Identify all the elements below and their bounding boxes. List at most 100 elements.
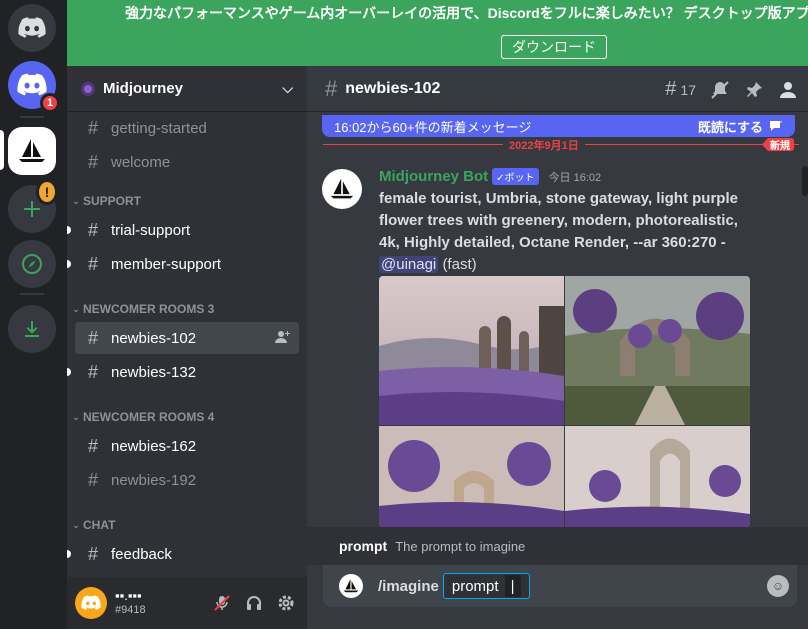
slash-command: /imagine <box>378 577 439 595</box>
channel-feedback[interactable]: # feedback <box>67 538 299 570</box>
user-mention[interactable]: @uinagi <box>379 256 439 273</box>
unread-badge: 1 <box>40 93 60 113</box>
text-cursor: | <box>504 575 521 597</box>
category-newcomer-rooms-4[interactable]: ⌄ NEWCOMER ROOMS 4 <box>69 408 299 426</box>
channel-label: trial-support <box>111 221 191 239</box>
compass-icon <box>22 254 42 274</box>
channel-newbies-192[interactable]: # newbies-192 <box>75 464 299 496</box>
image-grid[interactable] <box>379 276 750 527</box>
channel-hash-icon: # <box>87 543 98 564</box>
caret-down-icon: ⌄ <box>72 303 80 314</box>
channel-label: welcome <box>111 153 171 171</box>
new-marker: 新規 <box>762 138 794 151</box>
channel-hash-icon: # <box>87 151 98 172</box>
generated-image-3[interactable] <box>379 426 564 527</box>
download-button[interactable]: ダウンロード <box>501 35 607 59</box>
home-button[interactable] <box>8 4 56 52</box>
category-chat[interactable]: ⌄ CHAT <box>69 516 299 534</box>
caret-down-icon: ⌄ <box>72 195 80 206</box>
rail-separator <box>20 293 44 295</box>
mark-read-label: 既読にする <box>697 119 763 135</box>
channel-label: newbies-192 <box>111 471 197 489</box>
option-label: prompt <box>451 577 499 595</box>
sailboat-icon <box>19 139 45 162</box>
download-apps-button[interactable] <box>8 305 56 353</box>
channel-hash-icon: # <box>325 75 338 101</box>
channel-getting-started[interactable]: # getting-started <box>75 112 299 144</box>
message-input[interactable]: /imagine prompt | ☺ <box>323 565 797 607</box>
channel-hash-icon: # <box>87 469 98 490</box>
pin-icon[interactable] <box>744 80 764 100</box>
hint-option-description: The prompt to imagine <box>395 538 526 554</box>
mic-muted-icon[interactable] <box>213 594 231 612</box>
thread-count: 17 <box>680 81 696 98</box>
header-toolbar: # 17 <box>665 78 798 101</box>
member-list-icon[interactable] <box>778 80 798 100</box>
channel-hash-icon: # <box>87 361 98 382</box>
command-option-hint: prompt The prompt to imagine <box>307 527 808 565</box>
channel-welcome[interactable]: # welcome <box>75 146 299 178</box>
add-server-button[interactable]: ! <box>8 179 58 233</box>
channel-newbies-162[interactable]: # newbies-162 <box>75 430 299 462</box>
channel-hash-icon: # <box>87 219 98 240</box>
bell-muted-icon[interactable] <box>710 80 730 100</box>
hint-option-name: prompt <box>339 538 388 554</box>
new-messages-bar[interactable]: 16:02から60+件の新着メッセージ 既読にする <box>322 115 795 137</box>
generated-image-1[interactable] <box>379 276 564 425</box>
threads-button[interactable]: # 17 <box>665 78 696 101</box>
category-label: SUPPORT <box>83 194 142 208</box>
speed-label: (fast) <box>442 256 477 273</box>
bot-avatar[interactable] <box>322 169 362 209</box>
invite-user-icon[interactable] <box>275 330 291 347</box>
message-author[interactable]: Midjourney Bot <box>379 168 488 185</box>
channel-member-support[interactable]: # member-support <box>67 248 299 280</box>
channel-newbies-132[interactable]: # newbies-132 <box>67 356 299 388</box>
category-label: CHAT <box>83 518 116 532</box>
channel-hash-icon: # <box>87 117 98 138</box>
message-timestamp: 今日 16:02 <box>548 171 602 184</box>
category-newcomer-rooms-3[interactable]: ⌄ NEWCOMER ROOMS 3 <box>69 300 299 318</box>
message-header: Midjourney Bot ✓ボット 今日 16:02 <box>379 168 601 185</box>
prompt-option-field[interactable]: prompt | <box>442 573 530 599</box>
midjourney-server-button[interactable] <box>8 127 56 175</box>
alert-badge: ! <box>36 179 58 205</box>
caret-down-icon: ⌄ <box>72 519 80 530</box>
discord-window: 1 ! 強力なパフォーマンスやゲーム内オーバーレイの活用で、Discordをフル… <box>0 0 808 629</box>
generated-image-4[interactable] <box>565 426 750 527</box>
chat-scrollbar[interactable] <box>802 166 808 196</box>
channel-sidebar: Midjourney ⌵ # getting-started # welcome… <box>67 66 307 629</box>
channel-label: newbies-102 <box>111 329 197 347</box>
headphones-icon[interactable] <box>245 594 263 612</box>
download-notice-bar: 強力なパフォーマンスやゲーム内オーバーレイの活用で、Discordをフルに楽しみ… <box>67 0 808 66</box>
category-support[interactable]: ⌄ SUPPORT <box>69 192 299 210</box>
gear-icon[interactable] <box>277 594 295 612</box>
channel-label: newbies-132 <box>111 363 197 381</box>
user-tag: #9418 <box>115 604 146 616</box>
mark-read-icon <box>770 121 782 131</box>
user-controls <box>213 594 295 612</box>
user-identity[interactable]: ▪▪.▪▪▪ #9418 <box>115 588 146 618</box>
generated-image-2[interactable] <box>565 276 750 425</box>
channel-trial-support[interactable]: # trial-support <box>67 214 299 246</box>
chat-area: # newbies-102 # 17 16:02から60+件の新着メッセージ 既… <box>307 66 808 629</box>
notice-text: 強力なパフォーマンスやゲーム内オーバーレイの活用で、Discordをフルに楽しみ… <box>125 5 808 21</box>
download-icon <box>25 321 39 337</box>
direct-messages-button[interactable]: 1 <box>8 61 60 113</box>
channel-newbies-102[interactable]: # newbies-102 <box>75 322 299 354</box>
sailboat-icon <box>343 579 359 593</box>
category-label: NEWCOMER ROOMS 3 <box>83 302 215 316</box>
date-divider-label: 2022年9月1日 <box>503 137 585 153</box>
discord-logo-icon <box>18 17 46 38</box>
username: ▪▪.▪▪▪ <box>115 588 142 603</box>
unread-indicator <box>67 260 71 268</box>
channel-label: feedback <box>111 545 172 563</box>
bot-command-icon <box>339 574 363 598</box>
mark-as-read-button[interactable]: 既読にする <box>698 117 783 136</box>
server-icon <box>81 81 95 96</box>
avatar[interactable] <box>75 587 107 619</box>
explore-servers-button[interactable] <box>8 240 56 288</box>
channel-label: getting-started <box>111 119 207 137</box>
channel-label: newbies-162 <box>111 437 197 455</box>
guild-header[interactable]: Midjourney ⌵ <box>67 66 307 112</box>
emoji-picker-icon[interactable]: ☺ <box>767 575 789 597</box>
